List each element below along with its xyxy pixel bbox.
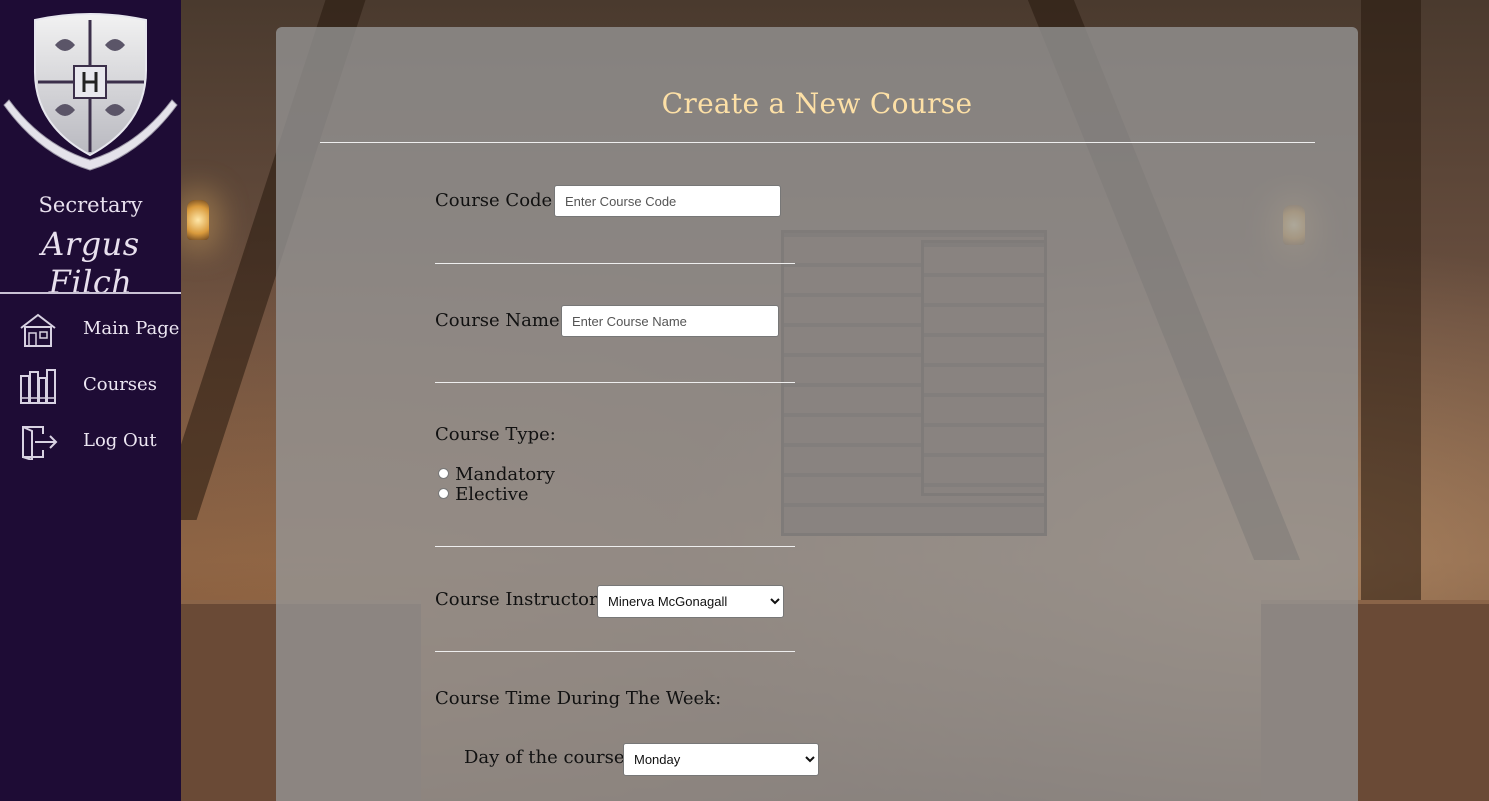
section-divider [435,651,795,652]
sidebar-item-label: Main Page [83,318,180,339]
page-title: Create a New Course [661,87,973,120]
user-role: Secretary [38,193,143,217]
course-type-label: Course Type: [435,424,556,445]
course-day-select[interactable]: Monday [623,743,819,776]
course-instructor-label: Course Instructor: [435,589,604,610]
course-day-label: Day of the course: [464,747,631,768]
course-type-elective-option[interactable]: Elective [438,484,529,505]
course-name-label: Course Name: [435,310,566,331]
sidebar-item-main-page[interactable]: Main Page [0,308,181,352]
user-name-signature: Argus Filch [41,225,140,301]
course-code-input[interactable] [554,185,781,217]
hogwarts-crest-logo [3,13,178,171]
course-name-input[interactable] [561,305,779,337]
section-divider [435,546,795,547]
elective-radio[interactable] [438,488,449,499]
sidebar-item-log-out[interactable]: Log Out [0,420,181,464]
books-icon [20,369,56,404]
section-divider [435,263,795,264]
section-divider [435,382,795,383]
course-type-mandatory-option[interactable]: Mandatory [438,464,555,485]
sidebar-divider [0,292,181,294]
course-code-label: Course Code: [435,190,559,211]
sidebar-item-label: Courses [83,374,157,395]
elective-label: Elective [455,484,529,505]
mandatory-label: Mandatory [455,464,555,485]
logout-door-icon [22,426,58,460]
title-divider [320,142,1315,143]
house-icon [20,313,56,347]
create-course-panel: Create a New Course Course Code: Course … [276,27,1358,801]
sidebar-item-label: Log Out [83,430,157,451]
course-time-label: Course Time During The Week: [435,688,722,709]
mandatory-radio[interactable] [438,468,449,479]
sidebar-item-courses[interactable]: Courses [0,364,181,408]
sidebar: Secretary Argus Filch Main Page Courses … [0,0,181,801]
course-instructor-select[interactable]: Minerva McGonagall [597,585,784,618]
